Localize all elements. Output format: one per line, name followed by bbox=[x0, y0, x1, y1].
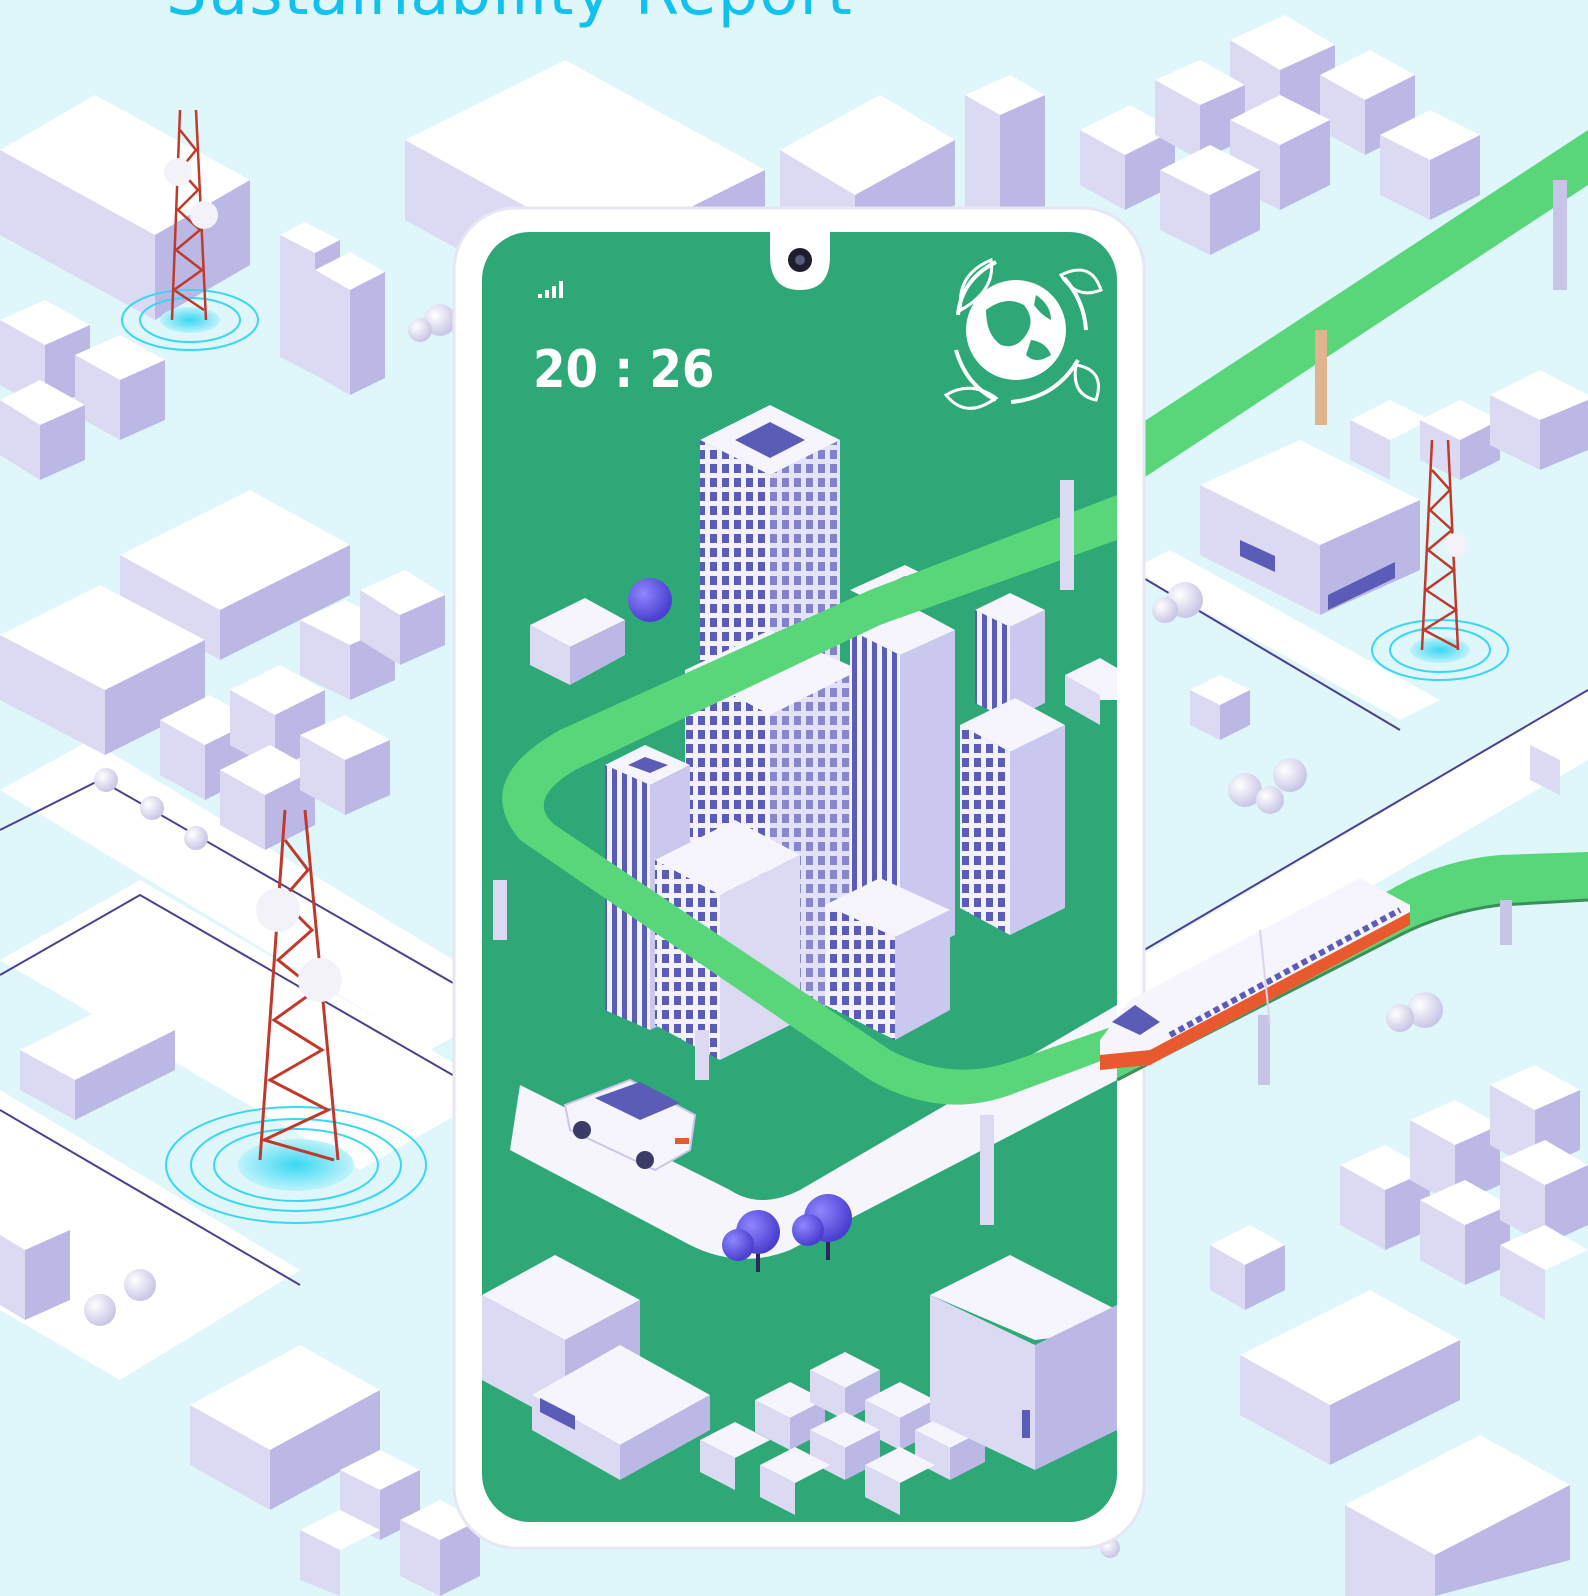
building-block bbox=[1240, 1290, 1570, 1596]
building-block bbox=[280, 222, 385, 395]
building-cluster bbox=[1340, 1065, 1588, 1320]
camera-notch bbox=[770, 232, 830, 290]
cover-illustration: Sustainability Report bbox=[0, 0, 1588, 1596]
status-time: 20 : 26 bbox=[533, 340, 714, 400]
shop-building bbox=[1210, 1225, 1285, 1310]
building-cluster bbox=[1080, 15, 1480, 255]
report-title: Sustainability Report bbox=[166, 0, 853, 30]
city-illustration: 20 : 26 bbox=[0, 15, 1588, 1596]
smartphone: 20 : 26 bbox=[452, 206, 1146, 1550]
building-cluster bbox=[0, 300, 165, 480]
